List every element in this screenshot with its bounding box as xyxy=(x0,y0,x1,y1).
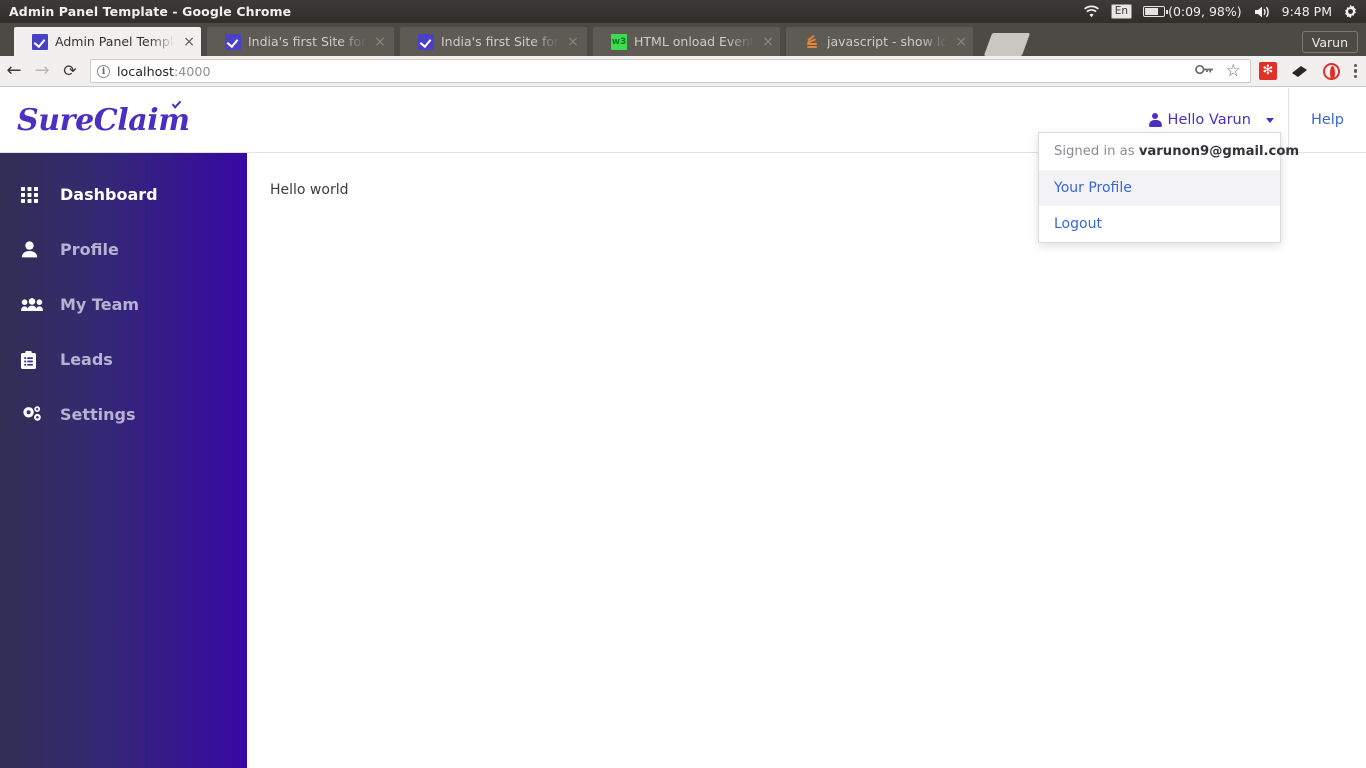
checkmark-favicon xyxy=(32,33,48,50)
url-path: :4000 xyxy=(173,63,211,79)
battery-label: (0:09, 98%) xyxy=(1168,4,1242,19)
back-button[interactable]: ← xyxy=(0,62,28,80)
browser-tab[interactable]: Admin Panel Template × xyxy=(14,27,201,56)
browser-tab[interactable]: w3 HTML onload Event × xyxy=(593,27,780,56)
sidebar-item-settings[interactable]: Settings xyxy=(0,387,247,442)
browser-toolbar: ← → ⟳ i localhost :4000 ☆ xyxy=(0,56,1366,87)
stackoverflow-favicon xyxy=(804,34,820,50)
checkmark-favicon xyxy=(225,33,241,50)
reload-button[interactable]: ⟳ xyxy=(56,63,84,79)
browser-tab[interactable]: India's first Site for × xyxy=(400,27,587,56)
help-link[interactable]: Help xyxy=(1289,88,1366,152)
signed-in-as-label: Signed in as varunon9@gmail.com xyxy=(1039,133,1299,170)
system-tray: En (0:09, 98%) 9:48 PM xyxy=(1083,4,1366,19)
sidebar-item-label: Profile xyxy=(60,239,119,259)
extension-icons xyxy=(1258,62,1350,80)
sidebar-item-leads[interactable]: Leads xyxy=(0,332,247,387)
signed-in-email: varunon9@gmail.com xyxy=(1138,144,1300,159)
address-bar[interactable]: i localhost :4000 ☆ xyxy=(90,59,1251,83)
kebab-menu-icon[interactable] xyxy=(1350,63,1366,79)
browser-tab-strip: Admin Panel Template × India's first Sit… xyxy=(0,23,1366,56)
password-key-icon[interactable] xyxy=(1194,63,1214,79)
sidebar-item-label: Dashboard xyxy=(60,184,158,204)
battery-indicator[interactable]: (0:09, 98%) xyxy=(1143,4,1242,19)
clipboard-icon xyxy=(21,350,45,369)
opera-extension-icon[interactable] xyxy=(1322,62,1340,80)
tab-title: Admin Panel Template xyxy=(55,34,175,49)
user-icon xyxy=(21,241,45,258)
browser-tab[interactable]: javascript - show lo × xyxy=(786,27,973,56)
browser-tab[interactable]: India's first Site for × xyxy=(207,27,394,56)
tab-title: India's first Site for xyxy=(441,34,560,49)
users-icon xyxy=(21,297,45,312)
window-title: Admin Panel Template - Google Chrome xyxy=(9,4,292,19)
keyboard-language-indicator[interactable]: En xyxy=(1110,4,1133,19)
bookmark-star-icon[interactable]: ☆ xyxy=(1226,62,1241,80)
url-host: localhost xyxy=(117,63,174,79)
red-square-extension-icon[interactable] xyxy=(1258,62,1277,80)
gear-icon[interactable] xyxy=(1343,4,1358,19)
tab-close-icon[interactable]: × xyxy=(374,35,386,49)
sidebar-item-dashboard[interactable]: Dashboard xyxy=(0,167,247,222)
sidebar-item-profile[interactable]: Profile xyxy=(0,222,247,277)
site-info-icon[interactable]: i xyxy=(97,64,110,78)
app-logo[interactable]: SureClaim xyxy=(17,97,190,138)
os-top-panel: Admin Panel Template - Google Chrome En … xyxy=(0,0,1366,23)
sidebar-item-label: Settings xyxy=(60,404,136,424)
tab-title: India's first Site for xyxy=(248,34,367,49)
w3schools-favicon: w3 xyxy=(611,33,627,50)
grid-icon xyxy=(21,186,45,203)
app-logo-text: SureClaim xyxy=(17,102,190,138)
tab-title: HTML onload Event xyxy=(634,34,755,49)
wifi-icon[interactable] xyxy=(1083,5,1100,18)
tab-close-icon[interactable]: × xyxy=(955,35,967,49)
chrome-profile-button[interactable]: Varun xyxy=(1301,31,1358,53)
tab-close-icon[interactable]: × xyxy=(762,35,774,49)
tab-close-icon[interactable]: × xyxy=(567,35,579,49)
sidebar-nav: Dashboard Profile My Team Leads Settings xyxy=(0,153,247,768)
sidebar-item-label: Leads xyxy=(60,349,113,369)
cogs-icon xyxy=(21,405,45,424)
volume-icon[interactable] xyxy=(1253,5,1271,19)
chevron-down-icon xyxy=(1265,117,1274,123)
black-extension-icon[interactable] xyxy=(1291,62,1309,80)
dropdown-item-logout[interactable]: Logout xyxy=(1039,206,1280,242)
clock-label[interactable]: 9:48 PM xyxy=(1282,4,1332,19)
forward-button[interactable]: → xyxy=(28,62,56,80)
sidebar-item-my-team[interactable]: My Team xyxy=(0,277,247,332)
sidebar-item-label: My Team xyxy=(60,294,140,314)
user-icon xyxy=(1148,113,1162,127)
user-dropdown-menu: Signed in as varunon9@gmail.com Your Pro… xyxy=(1038,132,1299,243)
checkmark-favicon xyxy=(418,33,434,50)
signed-in-prefix: Signed in as xyxy=(1054,144,1139,159)
web-page-viewport: SureClaim Hello Varun Help Signed in as … xyxy=(0,88,1366,768)
dropdown-item-your-profile[interactable]: Your Profile xyxy=(1039,170,1280,206)
tab-close-icon[interactable]: × xyxy=(183,35,195,49)
main-content: Hello world xyxy=(247,153,1366,768)
battery-icon xyxy=(1143,6,1169,17)
tab-title: javascript - show lo xyxy=(827,34,948,49)
language-label: En xyxy=(1110,4,1133,19)
user-menu-label: Hello Varun xyxy=(1167,112,1251,128)
new-tab-button[interactable] xyxy=(983,33,1031,56)
